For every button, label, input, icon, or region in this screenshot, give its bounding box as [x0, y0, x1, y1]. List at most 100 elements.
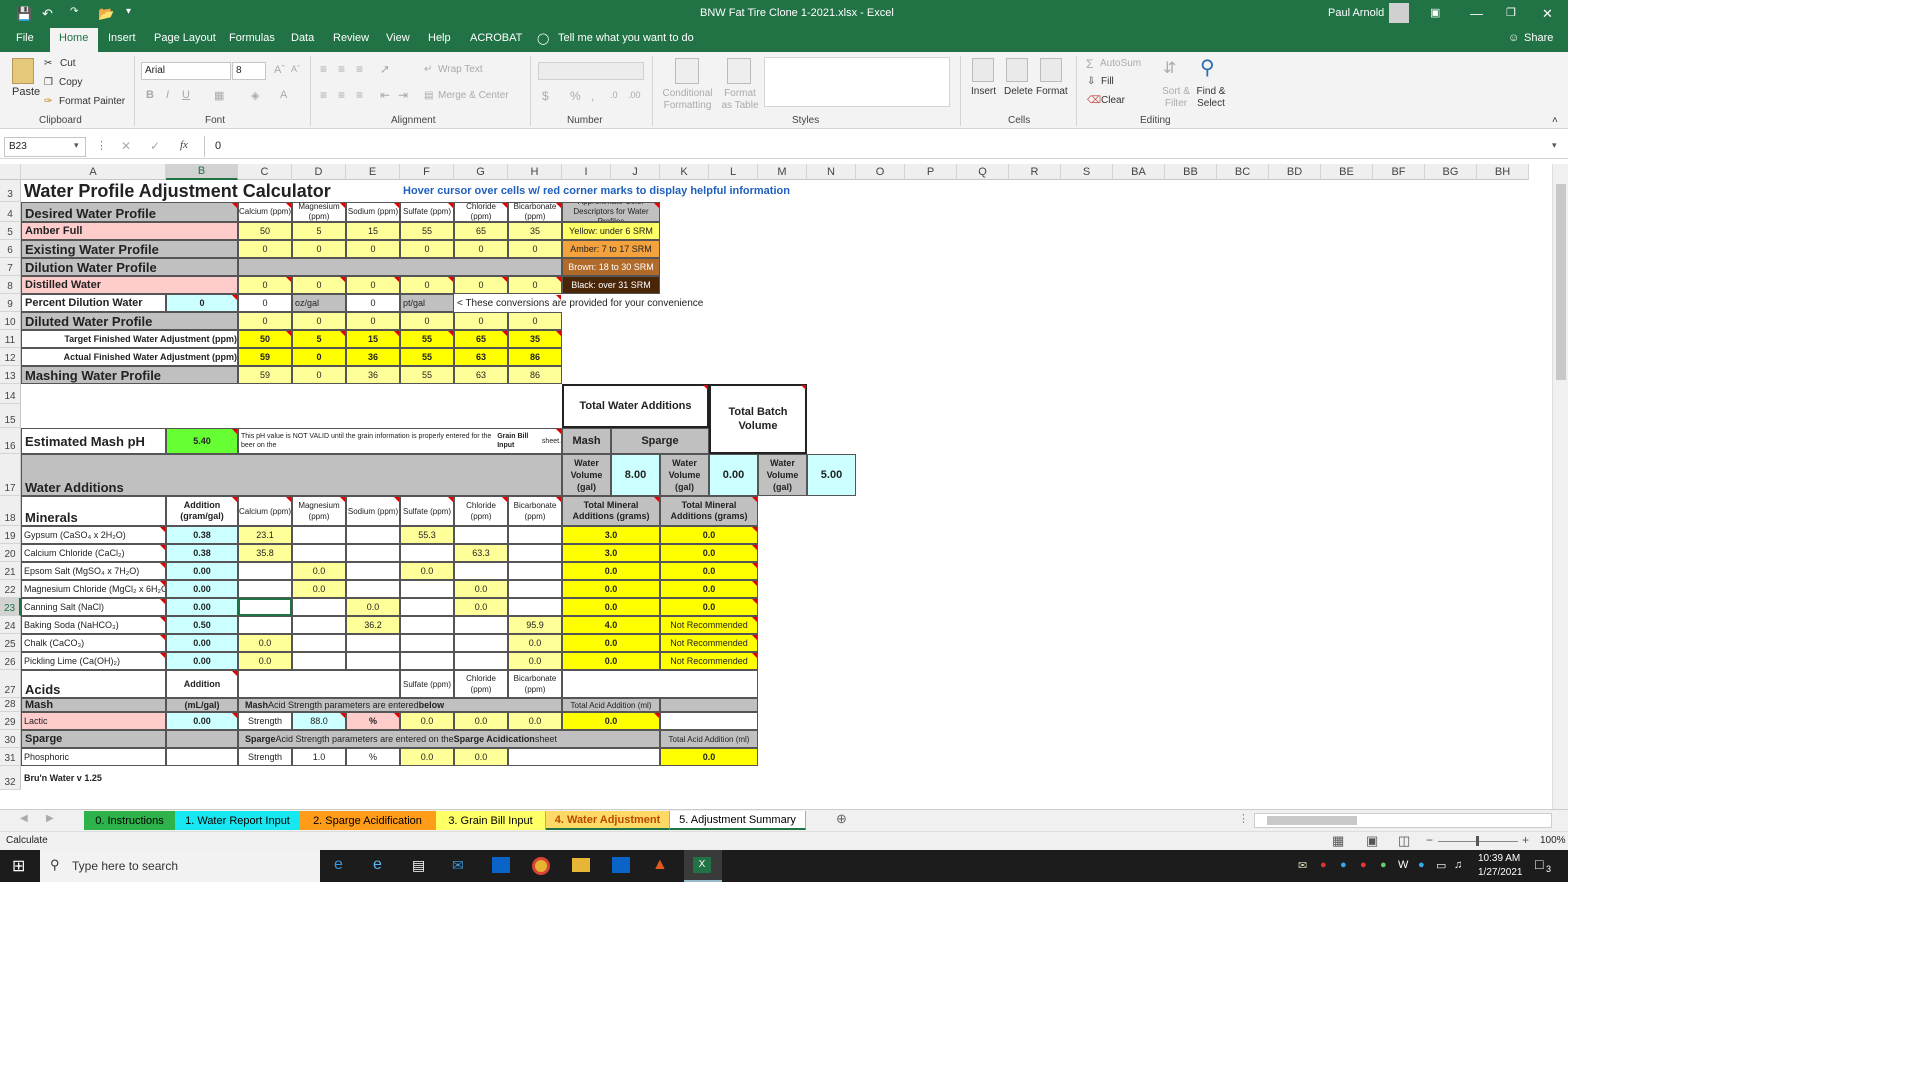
column-header-bf[interactable]: BF — [1373, 164, 1425, 180]
mash-mineral-total[interactable]: 0.0 — [562, 652, 660, 670]
target-value-h[interactable]: 35 — [508, 330, 562, 348]
mash-mineral-total-header[interactable]: Total Mineral Additions (grams) — [562, 496, 660, 526]
row-header-22[interactable]: 22 — [0, 580, 21, 598]
tab-data[interactable]: Data — [291, 32, 314, 44]
comment-indicator[interactable] — [160, 617, 165, 622]
column-header-bc[interactable]: BC — [1217, 164, 1269, 180]
comment-indicator[interactable] — [160, 545, 165, 550]
comment-indicator[interactable] — [752, 581, 757, 586]
clear-icon[interactable]: ⌫ — [1087, 95, 1101, 106]
windows-start-icon[interactable]: ⊞ — [12, 856, 25, 876]
column-header-c[interactable]: C — [238, 164, 292, 180]
column-header-b[interactable]: B — [166, 164, 238, 180]
tell-me-search[interactable]: Tell me what you want to do — [558, 32, 694, 44]
mineral-ion-c[interactable]: 23.1 — [238, 526, 292, 544]
grow-font-icon[interactable]: Aˆ — [274, 64, 285, 76]
restore-icon[interactable]: ❐ — [1506, 6, 1516, 19]
distilled-value-e[interactable]: 0 — [346, 276, 400, 294]
acid-ion-header-g[interactable]: Chloride (ppm) — [454, 670, 508, 698]
tab-view[interactable]: View — [386, 32, 410, 44]
column-header-a[interactable]: A — [21, 164, 166, 180]
cut-icon[interactable]: ✂ — [44, 58, 52, 69]
decrease-indent-icon[interactable]: ⇤ — [380, 88, 390, 102]
mineral-ion-e[interactable] — [346, 544, 400, 562]
mineral-ion-g[interactable] — [454, 616, 508, 634]
row-header-12[interactable]: 12 — [0, 348, 21, 366]
mineral-name[interactable]: Chalk (CaCO₃) — [21, 634, 166, 652]
tab-help[interactable]: Help — [428, 32, 451, 44]
shrink-font-icon[interactable]: Aˇ — [291, 64, 300, 74]
mineral-ion-g[interactable] — [454, 562, 508, 580]
comment-indicator[interactable] — [752, 497, 757, 502]
conditional-formatting-button[interactable]: Conditional Formatting — [660, 88, 715, 112]
mineral-name[interactable]: Calcium Chloride (CaCl₂) — [21, 544, 166, 562]
column-header-m[interactable]: M — [758, 164, 807, 180]
comment-indicator[interactable] — [160, 581, 165, 586]
comment-indicator[interactable] — [232, 295, 237, 300]
sparge-water-volume-label[interactable]: Water Volume (gal) — [660, 454, 709, 496]
mashing-value-d[interactable]: 0 — [292, 366, 346, 384]
comment-indicator[interactable] — [556, 429, 561, 434]
mashing-value-h[interactable]: 86 — [508, 366, 562, 384]
mash-acid-note[interactable]: Mash Acid Strength parameters are entere… — [238, 698, 562, 712]
tray-app2-icon[interactable]: ● — [1340, 859, 1347, 871]
sheet-tab[interactable]: 3. Grain Bill Input — [436, 811, 546, 830]
network-icon[interactable]: ▭ — [1436, 859, 1446, 872]
distilled-value-g[interactable]: 0 — [454, 276, 508, 294]
mineral-ion-h[interactable]: 0.0 — [508, 634, 562, 652]
percent-icon[interactable]: % — [570, 89, 581, 103]
formula-input[interactable]: 0 — [204, 136, 1548, 157]
increase-decimal-icon[interactable]: .0 — [610, 90, 618, 100]
insert-function-icon[interactable]: fx — [180, 139, 188, 151]
mineral-ion-c[interactable] — [238, 562, 292, 580]
mineral-ion-header-e[interactable]: Sodium (ppm) — [346, 496, 400, 526]
sheet-tab[interactable]: 5. Adjustment Summary — [670, 811, 806, 830]
mail-icon[interactable]: ✉ — [452, 857, 464, 874]
mineral-ion-g[interactable]: 0.0 — [454, 598, 508, 616]
orientation-icon[interactable]: ➚ — [380, 62, 390, 76]
font-color-icon[interactable]: A — [280, 89, 287, 101]
row-header-25[interactable]: 25 — [0, 634, 21, 652]
row-header-23[interactable]: 23 — [0, 598, 21, 616]
sparge-acid-sulfate[interactable]: 0.0 — [400, 748, 454, 766]
row-header-17[interactable]: 17 — [0, 454, 21, 496]
dilution-profile-header[interactable]: Dilution Water Profile — [21, 258, 238, 276]
mineral-ion-c[interactable] — [238, 580, 292, 598]
mash-acid-chloride[interactable]: 0.0 — [454, 712, 508, 730]
comment-indicator[interactable] — [394, 277, 399, 282]
row-header-4[interactable]: 4 — [0, 202, 21, 222]
mash-acid-name[interactable]: Lactic — [21, 712, 166, 730]
mineral-ion-c[interactable] — [238, 616, 292, 634]
mash-mineral-total[interactable]: 3.0 — [562, 544, 660, 562]
comma-icon[interactable]: , — [591, 89, 594, 103]
delete-cells-button[interactable]: Delete — [1004, 86, 1033, 97]
mash-acid-bicarbonate[interactable]: 0.0 — [508, 712, 562, 730]
comment-indicator[interactable] — [502, 497, 507, 502]
comment-indicator[interactable] — [340, 331, 345, 336]
tab-page-layout[interactable]: Page Layout — [154, 32, 216, 44]
minimize-icon[interactable]: — — [1470, 6, 1483, 21]
sparge-mineral-total[interactable]: 0.0 — [660, 580, 758, 598]
mineral-addition-input[interactable]: 0.00 — [166, 562, 238, 580]
tab-split-icon[interactable]: ⋮ — [1238, 812, 1249, 825]
column-header-g[interactable]: G — [454, 164, 508, 180]
row-header-32[interactable]: 32 — [0, 766, 21, 790]
mineral-addition-input[interactable]: 0.38 — [166, 544, 238, 562]
comment-indicator[interactable] — [502, 203, 507, 208]
align-center-icon[interactable]: ≡ — [338, 88, 345, 102]
underline-icon[interactable]: U — [182, 89, 190, 101]
paste-icon[interactable] — [12, 58, 34, 84]
comment-indicator[interactable] — [654, 203, 659, 208]
batch-water-volume-label[interactable]: Water Volume (gal) — [758, 454, 807, 496]
acid-ion-header-h[interactable]: Bicarbonate (ppm) — [508, 670, 562, 698]
sheet-tab[interactable]: 4. Water Adjustment — [546, 811, 670, 830]
mineral-ion-d[interactable] — [292, 652, 346, 670]
column-header-k[interactable]: K — [660, 164, 709, 180]
save-icon[interactable]: 💾 — [16, 6, 32, 22]
tab-review[interactable]: Review — [333, 32, 369, 44]
sheet-tab[interactable]: 2. Sparge Acidification — [300, 811, 436, 830]
distilled-value-f[interactable]: 0 — [400, 276, 454, 294]
expand-formula-bar-icon[interactable]: ▾ — [1552, 140, 1557, 151]
comment-indicator[interactable] — [752, 563, 757, 568]
row-header-9[interactable]: 9 — [0, 294, 21, 312]
